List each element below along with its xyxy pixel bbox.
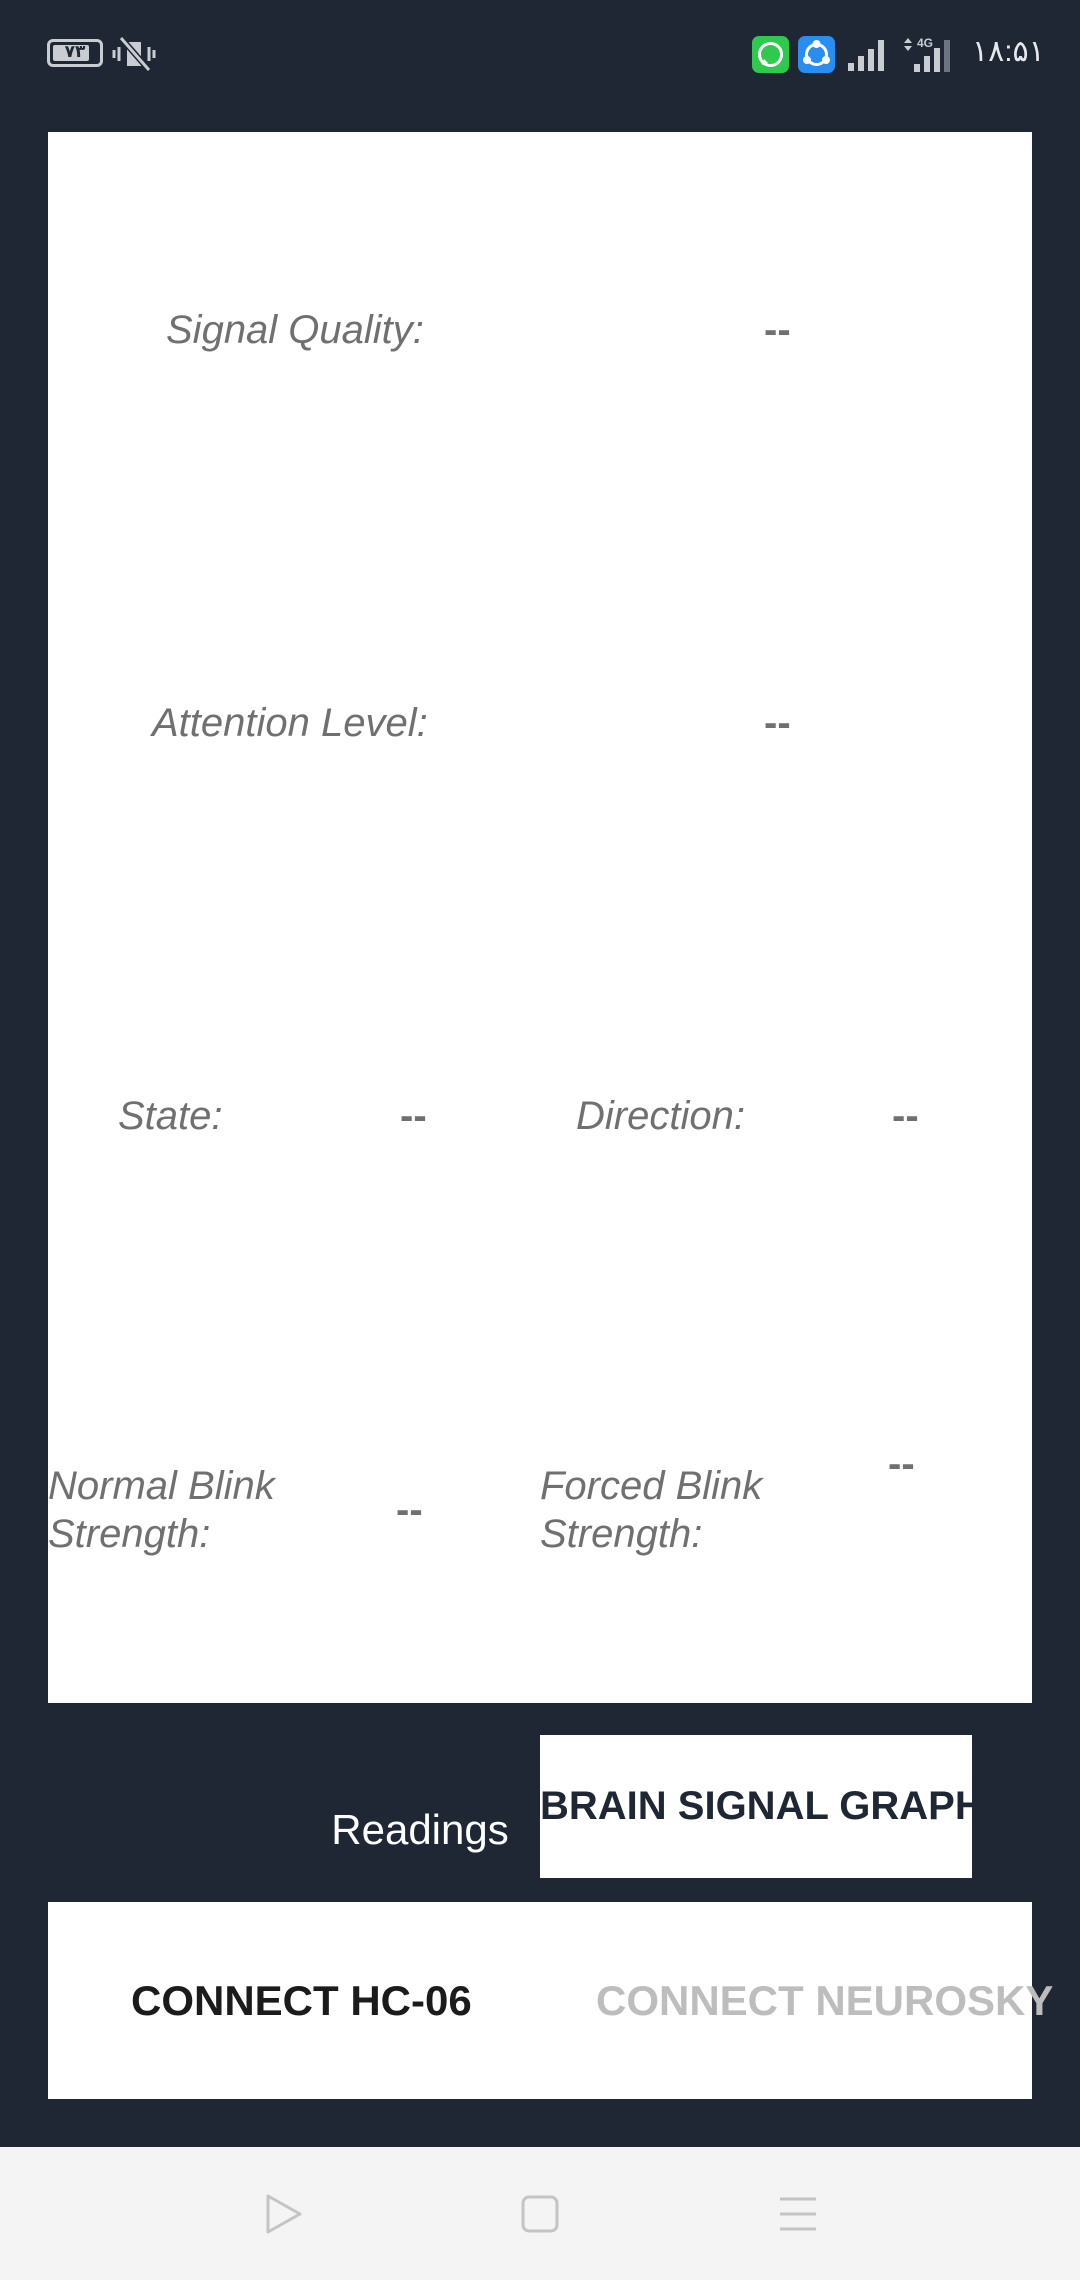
whatsapp-icon <box>752 36 789 73</box>
state-label: State: <box>118 1094 223 1138</box>
home-square-icon[interactable] <box>520 2194 560 2234</box>
connect-hc06-button[interactable]: CONNECT HC-06 <box>108 1902 568 2099</box>
status-bar: ۷۳ 4G ۱۸:۵۱ <box>0 0 1080 110</box>
tab-brain-signal-graph[interactable]: BRAIN SIGNAL GRAPH <box>540 1735 972 1878</box>
signal-4g-icon: 4G <box>904 36 950 72</box>
back-triangle-icon[interactable] <box>262 2193 304 2235</box>
signal-icon <box>848 40 884 71</box>
signal-quality-label: Signal Quality: <box>166 308 424 352</box>
menu-lines-icon[interactable] <box>776 2195 820 2233</box>
clock: ۱۸:۵۱ <box>972 35 1045 68</box>
forced-blink-label: Forced Blink Strength: <box>540 1462 762 1558</box>
network-type: 4G <box>917 36 933 50</box>
connect-bar: CONNECT HC-06 CONNECT NEUROSKY <box>48 1902 1053 2099</box>
battery-icon: ۷۳ <box>47 39 103 67</box>
direction-value: -- <box>892 1094 919 1138</box>
normal-blink-value: -- <box>396 1488 423 1532</box>
forced-blink-value: -- <box>888 1442 915 1486</box>
shareit-icon <box>798 36 835 73</box>
vibrate-off-icon <box>112 36 156 72</box>
state-value: -- <box>400 1094 427 1138</box>
normal-blink-label-line2: Strength: <box>48 1512 211 1556</box>
connect-neurosky-button[interactable]: CONNECT NEUROSKY <box>568 1902 1053 2099</box>
normal-blink-label-line1: Normal Blink <box>48 1464 275 1508</box>
direction-label: Direction: <box>576 1094 745 1138</box>
signal-quality-value: -- <box>764 308 791 352</box>
forced-blink-label-line1: Forced Blink <box>540 1464 763 1508</box>
readings-card: Signal Quality: -- Attention Level: -- S… <box>48 132 1032 1703</box>
attention-level-label: Attention Level: <box>152 701 428 745</box>
forced-blink-label-line2: Strength: <box>540 1512 703 1556</box>
normal-blink-label: Normal Blink Strength: <box>48 1462 275 1558</box>
attention-level-value: -- <box>764 701 791 745</box>
navigation-bar <box>0 2147 1080 2280</box>
tab-readings[interactable]: Readings <box>320 1800 520 1860</box>
battery-level: ۷۳ <box>64 42 86 61</box>
